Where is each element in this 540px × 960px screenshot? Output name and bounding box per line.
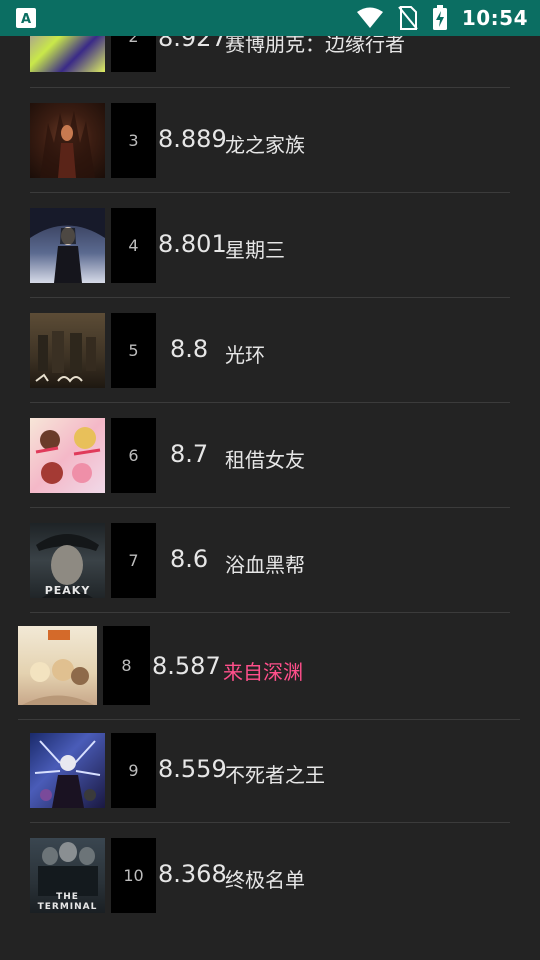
list-item[interactable]: 6 8.7 租借女友 [30,418,510,508]
rank-box: 9 [111,733,156,808]
item-title[interactable]: 来自深渊 [223,656,303,685]
wednesday-poster [30,208,105,283]
skeleton-king-shape [34,740,101,808]
divider [30,612,510,613]
divider [30,192,510,193]
divider [30,402,510,403]
item-title[interactable]: 浴血黑帮 [225,549,305,578]
house-of-dragon-poster [30,103,105,178]
rank-box: 8 [103,626,150,705]
app-notification-icon: A [16,8,36,28]
item-title[interactable]: 龙之家族 [225,129,305,158]
rank-box: 4 [111,208,156,283]
anime-characters-shape [35,427,101,484]
overlord-poster [30,733,105,808]
score: 8.559 [158,755,227,783]
status-bar: A 10:54 [0,0,540,36]
rank-number: 9 [128,761,139,780]
throne-shape [40,111,95,178]
list-item[interactable]: 3 8.889 龙之家族 [30,103,510,193]
item-title[interactable]: 租借女友 [225,444,305,473]
item-title[interactable]: 终极名单 [225,864,305,893]
rank-box: 6 [111,418,156,493]
soldiers-shape [35,331,96,383]
rank-number: 10 [123,866,144,885]
rank-number: 3 [128,131,139,150]
battery-charging-icon [432,5,447,30]
made-in-abyss-poster [18,626,97,705]
list-item[interactable]: THE TERMINAL 10 8.368 终极名单 [30,838,510,918]
screen: A 10:54 2 8.927 赛博朋克：边缘行者 3 8.889 龙之家族 4… [0,0,540,960]
status-right: 10:54 [356,0,528,36]
rank-number: 8 [121,656,132,675]
score: 8.6 [170,545,209,573]
wifi-icon [356,7,383,28]
poster-caption: PEAKY [44,584,91,597]
rank-number: 5 [128,341,139,360]
app-icon-letter: A [20,12,32,27]
poster-caption: THE TERMINAL [37,892,98,912]
rent-a-girlfriend-poster [30,418,105,493]
rank-box: 5 [111,313,156,388]
list-item[interactable]: PEAKY 7 8.6 浴血黑帮 [30,523,510,613]
divider [30,822,510,823]
status-time: 10:54 [461,6,528,30]
list-item[interactable]: 4 8.801 星期三 [30,208,510,298]
divider [30,297,510,298]
no-sim-icon [398,6,418,30]
list-item[interactable]: 5 8.8 光环 [30,313,510,403]
the-terminal-list-poster: THE TERMINAL [30,838,105,913]
rank-box: 10 [111,838,156,913]
item-title[interactable]: 光环 [225,339,265,368]
score: 8.801 [158,230,227,258]
score: 8.8 [170,335,209,363]
rank-number: 6 [128,446,139,465]
list-item-selected[interactable]: 8 8.587 来自深渊 [18,626,520,720]
divider [30,507,510,508]
peaky-blinders-poster: PEAKY [30,523,105,598]
divider [18,719,520,720]
rank-box: 3 [111,103,156,178]
figure-shape [30,208,105,283]
rank-box: 7 [111,523,156,598]
item-title[interactable]: 不死者之王 [225,759,325,788]
anime-characters-shape [22,630,94,705]
score: 8.7 [170,440,209,468]
score: 8.587 [152,652,221,680]
halo-poster [30,313,105,388]
score: 8.889 [158,125,227,153]
divider [30,87,510,88]
list-item[interactable]: 9 8.559 不死者之王 [30,733,510,823]
score: 8.368 [158,860,227,888]
item-title[interactable]: 星期三 [225,234,285,263]
rank-number: 4 [128,236,139,255]
rank-number: 7 [128,551,139,570]
